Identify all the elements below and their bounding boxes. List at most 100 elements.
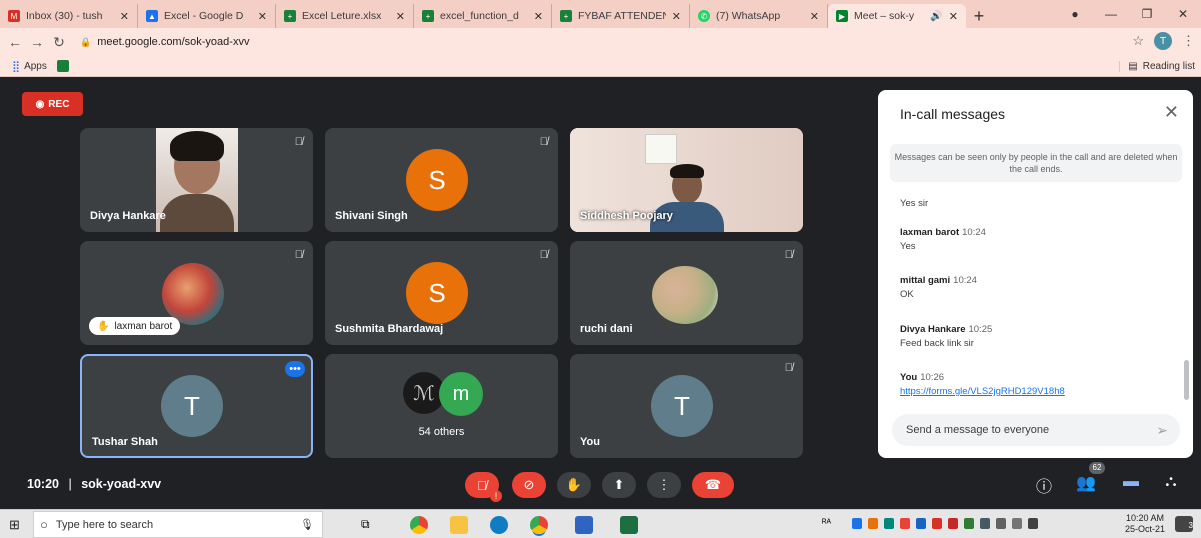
tray-app-icon[interactable] [948, 518, 958, 529]
close-tab-icon[interactable]: ✕ [120, 10, 129, 23]
chat-scrollbar[interactable] [1184, 360, 1189, 400]
close-tab-icon[interactable]: ✕ [672, 10, 681, 23]
volume-icon[interactable] [1028, 518, 1038, 529]
minimize-icon[interactable]: — [1093, 7, 1129, 21]
chrome-active-icon[interactable] [530, 516, 548, 534]
mic-off-icon: 🎙̸ [784, 249, 793, 261]
avatar: T [161, 375, 223, 437]
tab-search-icon[interactable]: ● [1057, 7, 1093, 21]
apps-bookmark[interactable]: Apps [24, 61, 47, 72]
more-options-button[interactable]: ⋮ [647, 472, 681, 498]
tray-app-icon[interactable] [964, 518, 974, 529]
participant-count-badge: 62 [1089, 462, 1105, 474]
reload-icon[interactable]: ↻ [48, 34, 70, 51]
tray-app-icon[interactable] [900, 518, 910, 529]
new-tab-button[interactable]: + [966, 4, 992, 28]
sheets-bookmark-icon[interactable] [56, 60, 69, 72]
mic-off-icon: 🎙̸ [539, 136, 548, 148]
reading-list-button[interactable]: ▤ Reading list [1119, 60, 1195, 72]
message-time: 10:24 [953, 275, 977, 286]
restore-icon[interactable]: ❐ [1129, 7, 1165, 21]
tab-excel-function[interactable]: + excel_function_d ✕ [414, 4, 552, 28]
url-text: meet.google.com/sok-yoad-xvv [97, 36, 250, 48]
close-tab-icon[interactable]: ✕ [534, 10, 543, 23]
people-icon[interactable]: 👥 [1073, 473, 1099, 493]
participant-tile[interactable]: S 🎙̸ Shivani Singh [325, 128, 558, 232]
people-tray-icon[interactable]: ᴿᴬ [822, 518, 831, 529]
mic-off-icon: 🎙̸ [784, 362, 793, 374]
reading-list-icon: ▤ [1128, 60, 1138, 72]
display-icon[interactable] [1012, 518, 1022, 529]
forward-icon[interactable]: → [26, 34, 48, 50]
tab-fybaf-attendance[interactable]: + FYBAF ATTENDEN ✕ [552, 4, 690, 28]
tab-title: Excel - Google D [164, 10, 244, 22]
participant-tile[interactable]: S 🎙̸ Sushmita Bhardawaj [325, 241, 558, 345]
profile-avatar[interactable]: T [1154, 32, 1172, 50]
participant-tile[interactable]: T ••• Tushar Shah [80, 354, 313, 458]
participant-tile[interactable]: 🎙̸ ✋ laxman barot [80, 241, 313, 345]
tray-app-icon[interactable] [852, 518, 862, 529]
tray-app-icon[interactable] [916, 518, 926, 529]
media-player-icon[interactable] [575, 516, 593, 534]
tray-app-icon[interactable] [980, 518, 990, 529]
present-screen-button[interactable]: ⬆ [602, 472, 636, 498]
message-link[interactable]: https://forms.gle/VLS2jgRHD129V18h8 [900, 386, 1065, 397]
meeting-details-icon[interactable]: ⓘ [1031, 473, 1057, 497]
system-clock[interactable]: 10:20 AM 25-Oct-21 [1125, 513, 1165, 535]
network-icon[interactable] [996, 518, 1006, 529]
close-tab-icon[interactable]: ✕ [810, 10, 819, 23]
notification-center-icon[interactable]: 3 [1175, 516, 1193, 532]
participant-tile[interactable]: 🎙̸ ruchi dani [570, 241, 803, 345]
windows-start-icon[interactable]: ⊞ [9, 517, 20, 533]
participant-tile[interactable]: Siddhesh Poojary [570, 128, 803, 232]
excel-icon[interactable] [620, 516, 638, 534]
taskbar-search[interactable]: ○ Type here to search 🎙 [33, 511, 323, 538]
message-sender: Divya Hankare [900, 324, 966, 335]
close-icon[interactable]: ✕ [1164, 102, 1179, 123]
leave-call-button[interactable]: ☎ [692, 472, 734, 498]
tab-meet[interactable]: ▶ Meet – sok-y 🔊 ✕ [828, 4, 966, 28]
url-bar[interactable]: 🔒 meet.google.com/sok-yoad-xvv [80, 31, 1110, 53]
file-explorer-icon[interactable] [450, 516, 468, 534]
self-tile[interactable]: T 🎙̸ You [570, 354, 803, 458]
others-tile[interactable]: ℳ m 54 others [325, 354, 558, 458]
meeting-code: sok-yoad-xvv [81, 477, 162, 491]
recording-badge[interactable]: ◉ REC [22, 92, 83, 116]
tab-excel-leture[interactable]: + Excel Leture.xlsx ✕ [276, 4, 414, 28]
tray-app-icon[interactable] [884, 518, 894, 529]
close-tab-icon[interactable]: ✕ [949, 10, 958, 23]
message-text: Feed back link sir [900, 338, 974, 349]
raise-hand-button[interactable]: ✋ [557, 472, 591, 498]
apps-grid-icon[interactable]: ⣿ [12, 60, 20, 73]
close-tab-icon[interactable]: ✕ [258, 10, 267, 23]
participant-tile[interactable]: 🎙̸ Divya Hankare [80, 128, 313, 232]
chat-input[interactable] [904, 423, 1157, 437]
participant-name: Siddhesh Poojary [580, 210, 673, 222]
participant-name: Divya Hankare [90, 210, 166, 222]
chat-message: laxman barot 10:24 Yes [900, 227, 986, 252]
send-icon[interactable]: ➢ [1156, 422, 1168, 439]
back-icon[interactable]: ← [4, 34, 26, 50]
more-options-icon[interactable]: ••• [285, 361, 305, 377]
tray-app-icon[interactable] [932, 518, 942, 529]
menu-kebab-icon[interactable]: ⋮ [1182, 33, 1195, 49]
tab-google-drive[interactable]: ▲ Excel - Google D ✕ [138, 4, 276, 28]
bookmark-star-icon[interactable]: ☆ [1132, 33, 1144, 49]
chrome-icon[interactable] [410, 516, 428, 534]
task-view-icon[interactable]: ⧉ [361, 517, 370, 532]
microphone-icon[interactable]: 🎙 [300, 518, 314, 531]
whatsapp-icon: ✆ [698, 10, 710, 22]
edge-icon[interactable] [490, 516, 508, 534]
chat-message: mittal gami 10:24 OK [900, 275, 977, 300]
activities-icon[interactable]: ⛬ [1158, 473, 1184, 491]
close-window-icon[interactable]: ✕ [1165, 7, 1201, 21]
camera-toggle-button[interactable]: ⊘ [512, 472, 546, 498]
tab-gmail[interactable]: M Inbox (30) - tush ✕ [0, 4, 138, 28]
close-tab-icon[interactable]: ✕ [396, 10, 405, 23]
chat-icon[interactable]: ▬ [1118, 473, 1144, 491]
lock-icon[interactable]: 🔒 [80, 37, 91, 48]
participant-profile-image [652, 266, 718, 324]
tray-app-icon[interactable] [868, 518, 878, 529]
audio-playing-icon[interactable]: 🔊 [930, 11, 942, 22]
tab-whatsapp[interactable]: ✆ (7) WhatsApp ✕ [690, 4, 828, 28]
